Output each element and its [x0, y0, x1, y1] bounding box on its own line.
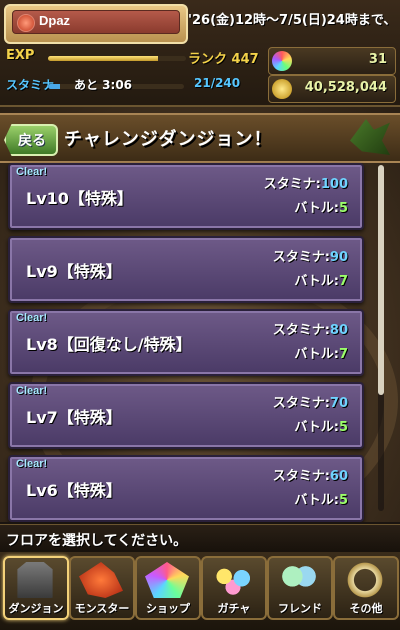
dungeon-battles: バトル:7: [294, 343, 348, 362]
exp-row: EXP ランク 447: [6, 46, 259, 70]
player-name: Dpaz: [39, 13, 71, 28]
battle-count-label: バトル:: [294, 420, 339, 435]
dungeon-stamina: スタミナ:70: [273, 392, 348, 411]
rank-text: ランク 447: [188, 52, 259, 67]
back-button[interactable]: 戻る: [4, 124, 58, 156]
dungeon-select-scene: 戻る チャレンジダンジョン！ Clear! Lv10【特殊】 スタミナ:100 …: [0, 107, 400, 522]
scrollbar-thumb[interactable]: [378, 165, 384, 395]
nav-friend[interactable]: フレンド: [267, 556, 333, 620]
nav-label: ガチャ: [217, 602, 251, 615]
stamina-cost: 100: [320, 177, 348, 192]
friend-icon: [277, 562, 321, 598]
stamina-cost: 70: [329, 396, 348, 411]
stamina-cost-label: スタミナ:: [263, 177, 321, 192]
stamina-cost-label: スタミナ:: [272, 396, 330, 411]
dungeon-name: Lv7【特殊】: [26, 408, 122, 427]
nav-label: ダンジョン: [8, 602, 64, 615]
nav-monster[interactable]: モンスター: [69, 556, 135, 620]
bottom-nav: ダンジョン モンスター ショップ ガチャ フレンド その他: [0, 552, 400, 630]
magic-stone-icon: [272, 51, 292, 71]
dungeon-item[interactable]: Clear! Lv10【特殊】 スタミナ:100 バトル:5: [8, 163, 364, 230]
battle-count: 7: [338, 274, 348, 289]
coin-icon: [272, 79, 292, 99]
magic-stone-count: 31: [368, 52, 387, 67]
status-header: Dpaz '26(金)12時～7/5(日)24時まで、 EXP ランク 447 …: [0, 0, 400, 107]
instruction-text: フロアを選択してください。: [6, 533, 188, 549]
player-name-plate: Dpaz: [12, 10, 180, 34]
dungeon-gate-icon: [17, 562, 53, 598]
dungeon-stamina: スタミナ:90: [273, 246, 348, 265]
player-name-box[interactable]: Dpaz: [4, 4, 188, 44]
gacha-egg-icon: [211, 562, 255, 598]
nav-label: フレンド: [278, 602, 322, 615]
dungeon-battles: バトル:5: [294, 489, 348, 508]
stamina-row: スタミナ あと 3:06 21/240: [6, 74, 256, 98]
player-badge-icon: [17, 14, 35, 32]
clear-badge: Clear!: [16, 312, 48, 324]
stamina-bar-fill: [48, 84, 60, 89]
battle-count: 5: [338, 201, 348, 216]
dungeon-name: Lv9【特殊】: [26, 262, 122, 281]
dungeon-name: Lv10【特殊】: [26, 189, 133, 208]
stamina-cost: 60: [329, 469, 348, 484]
stamina-label: スタミナ: [6, 78, 55, 92]
magic-stone-counter[interactable]: 31: [268, 47, 396, 75]
stamina-value: 21/240: [194, 76, 241, 90]
event-ticker: '26(金)12時～7/5(日)24時まで、: [188, 13, 396, 28]
exp-label: EXP: [6, 48, 35, 63]
dungeon-stamina: スタミナ:80: [273, 319, 348, 338]
dungeon-name: Lv8【回復なし/特殊】: [26, 335, 192, 354]
dungeon-item[interactable]: Clear! Lv6【特殊】 スタミナ:60 バトル:5: [8, 455, 364, 522]
dragon-icon: [350, 119, 390, 155]
dungeon-battles: バトル:5: [294, 416, 348, 435]
monster-icon: [79, 562, 123, 598]
stamina-cost: 90: [329, 250, 348, 265]
battle-count-label: バトル:: [294, 274, 339, 289]
other-ring-icon: [343, 562, 387, 598]
battle-count-label: バトル:: [294, 347, 339, 362]
battle-count-label: バトル:: [294, 493, 339, 508]
dungeon-stamina: スタミナ:60: [273, 465, 348, 484]
dungeon-item[interactable]: Clear! Lv7【特殊】 スタミナ:70 バトル:5: [8, 382, 364, 449]
nav-label: ショップ: [146, 602, 190, 615]
exp-bar: [48, 56, 186, 61]
exp-bar-fill: [48, 56, 159, 61]
nav-other[interactable]: その他: [333, 556, 399, 620]
clear-badge: Clear!: [16, 385, 48, 397]
dungeon-item[interactable]: Lv9【特殊】 スタミナ:90 バトル:7: [8, 236, 364, 303]
shop-gem-icon: [145, 562, 189, 598]
back-button-label: 戻る: [18, 133, 46, 149]
clear-badge: Clear!: [16, 166, 48, 178]
dungeon-stamina: スタミナ:100: [264, 173, 348, 192]
dungeon-battles: バトル:7: [294, 270, 348, 289]
battle-count: 7: [338, 347, 348, 362]
nav-shop[interactable]: ショップ: [135, 556, 201, 620]
coin-counter: 40,528,044: [268, 75, 396, 103]
coin-count: 40,528,044: [304, 80, 387, 95]
battle-count: 5: [338, 493, 348, 508]
title-banner: 戻る チャレンジダンジョン！: [0, 113, 400, 163]
stamina-cost: 80: [329, 323, 348, 338]
stamina-cost-label: スタミナ:: [272, 323, 330, 338]
nav-gacha[interactable]: ガチャ: [201, 556, 267, 620]
list-scrollbar[interactable]: [378, 165, 384, 511]
nav-dungeon[interactable]: ダンジョン: [3, 556, 69, 620]
page-title: チャレンジダンジョン！: [64, 129, 273, 150]
stamina-cost-label: スタミナ:: [272, 469, 330, 484]
dungeon-name: Lv6【特殊】: [26, 481, 122, 500]
stamina-cost-label: スタミナ:: [272, 250, 330, 265]
battle-count: 5: [338, 420, 348, 435]
nav-label: モンスター: [74, 602, 130, 615]
battle-count-label: バトル:: [294, 201, 339, 216]
dungeon-battles: バトル:5: [294, 197, 348, 216]
nav-label: その他: [349, 602, 383, 615]
instruction-bar: フロアを選択してください。: [0, 524, 400, 553]
stamina-timer: あと 3:06: [74, 78, 133, 92]
dungeon-item[interactable]: Clear! Lv8【回復なし/特殊】 スタミナ:80 バトル:7: [8, 309, 364, 376]
clear-badge: Clear!: [16, 458, 48, 470]
